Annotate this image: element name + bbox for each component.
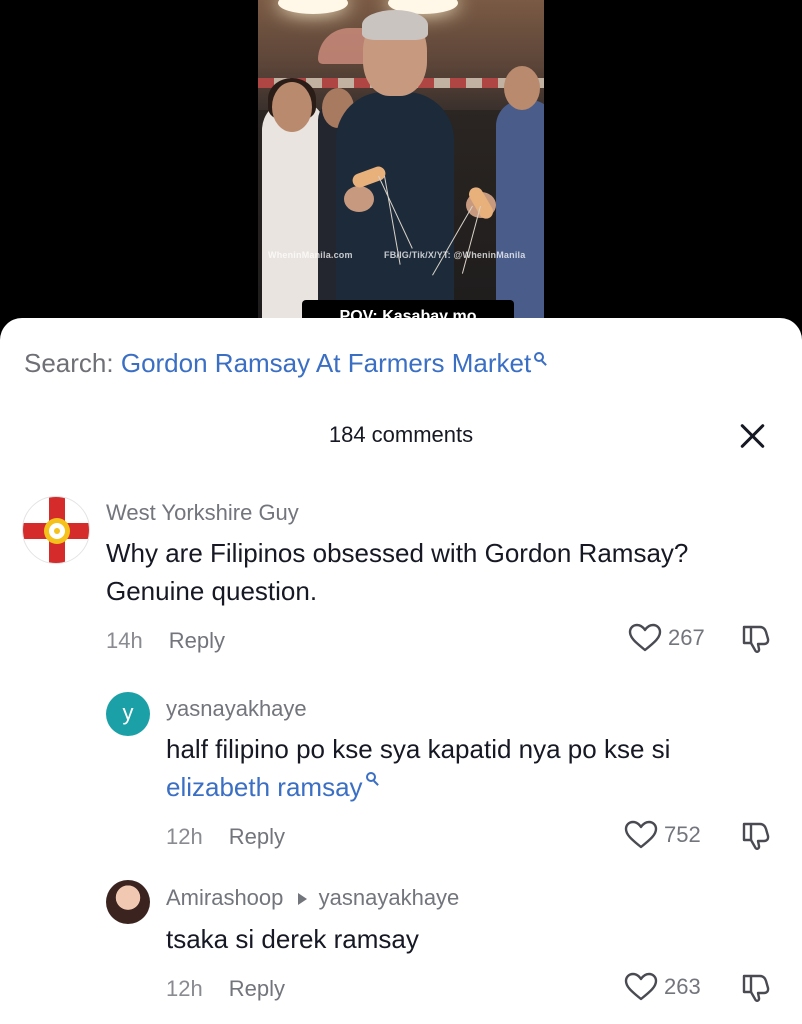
bystander-woman-head (272, 82, 312, 132)
search-term-link[interactable]: elizabeth ramsay (166, 772, 380, 802)
comment-text: tsaka si derek ramsay (166, 924, 419, 954)
like-count: 752 (664, 822, 701, 847)
comment-meta: 14h Reply (106, 628, 225, 654)
like-count: 267 (668, 625, 705, 650)
video-player[interactable]: WheninManila.com FB/IG/Tik/X/YT: @Whenin… (0, 0, 802, 340)
heart-icon (624, 972, 658, 1001)
search-suggestion[interactable]: Search: Gordon Ramsay At Farmers Market (24, 348, 548, 379)
reply-button[interactable]: Reply (229, 976, 285, 1001)
comment-text-body: half filipino po kse sya kapatid nya po … (166, 734, 671, 764)
comment-meta: 12h Reply (166, 976, 285, 1002)
like-button[interactable]: 267 (628, 623, 705, 653)
avatar[interactable] (22, 496, 90, 564)
bystander-right-head (504, 66, 540, 110)
chef-hair (362, 10, 428, 40)
avatar[interactable] (106, 880, 150, 924)
comment-author[interactable]: yasnayakhaye (166, 696, 307, 722)
chef-left-hand (344, 186, 374, 212)
like-count: 263 (664, 974, 701, 999)
reply-arrow-icon (297, 893, 307, 906)
comments-sheet: Search: Gordon Ramsay At Farmers Market … (0, 318, 802, 1024)
comment-author-line: Amirashoop yasnayakhaye (166, 885, 459, 911)
comment-author[interactable]: West Yorkshire Guy (106, 500, 299, 526)
search-term-link-text: elizabeth ramsay (166, 772, 363, 802)
search-icon (364, 769, 380, 787)
dislike-icon[interactable] (740, 623, 772, 660)
yorkshire-flag-icon (23, 497, 89, 563)
heart-icon (624, 820, 658, 849)
comment-author[interactable]: Amirashoop (166, 885, 283, 910)
dislike-icon[interactable] (740, 820, 772, 857)
comment-text: Why are Filipinos obsessed with Gordon R… (106, 538, 689, 606)
dislike-icon[interactable] (740, 972, 772, 1009)
comment-time: 14h (106, 628, 143, 653)
comment-text: half filipino po kse sya kapatid nya po … (166, 730, 766, 806)
video-frame[interactable]: WheninManila.com FB/IG/Tik/X/YT: @Whenin… (258, 0, 544, 340)
search-query-link[interactable]: Gordon Ramsay At Farmers Market (121, 348, 531, 378)
reply-to-author[interactable]: yasnayakhaye (319, 885, 460, 910)
reply-button[interactable]: Reply (229, 824, 285, 849)
reply-button[interactable]: Reply (169, 628, 225, 653)
like-button[interactable]: 752 (624, 820, 701, 850)
search-label: Search: (24, 348, 114, 378)
comment-time: 12h (166, 824, 203, 849)
video-watermark-right: FB/IG/Tik/X/YT: @WheninManila (384, 250, 526, 260)
close-icon[interactable] (737, 420, 769, 452)
heart-icon (628, 623, 662, 652)
like-button[interactable]: 263 (624, 972, 701, 1002)
search-icon (532, 349, 548, 367)
video-watermark-left: WheninManila.com (268, 250, 353, 260)
comment-meta: 12h Reply (166, 824, 285, 850)
avatar[interactable]: y (106, 692, 150, 736)
comment-time: 12h (166, 976, 203, 1001)
comments-count-title: 184 comments (328, 422, 474, 447)
